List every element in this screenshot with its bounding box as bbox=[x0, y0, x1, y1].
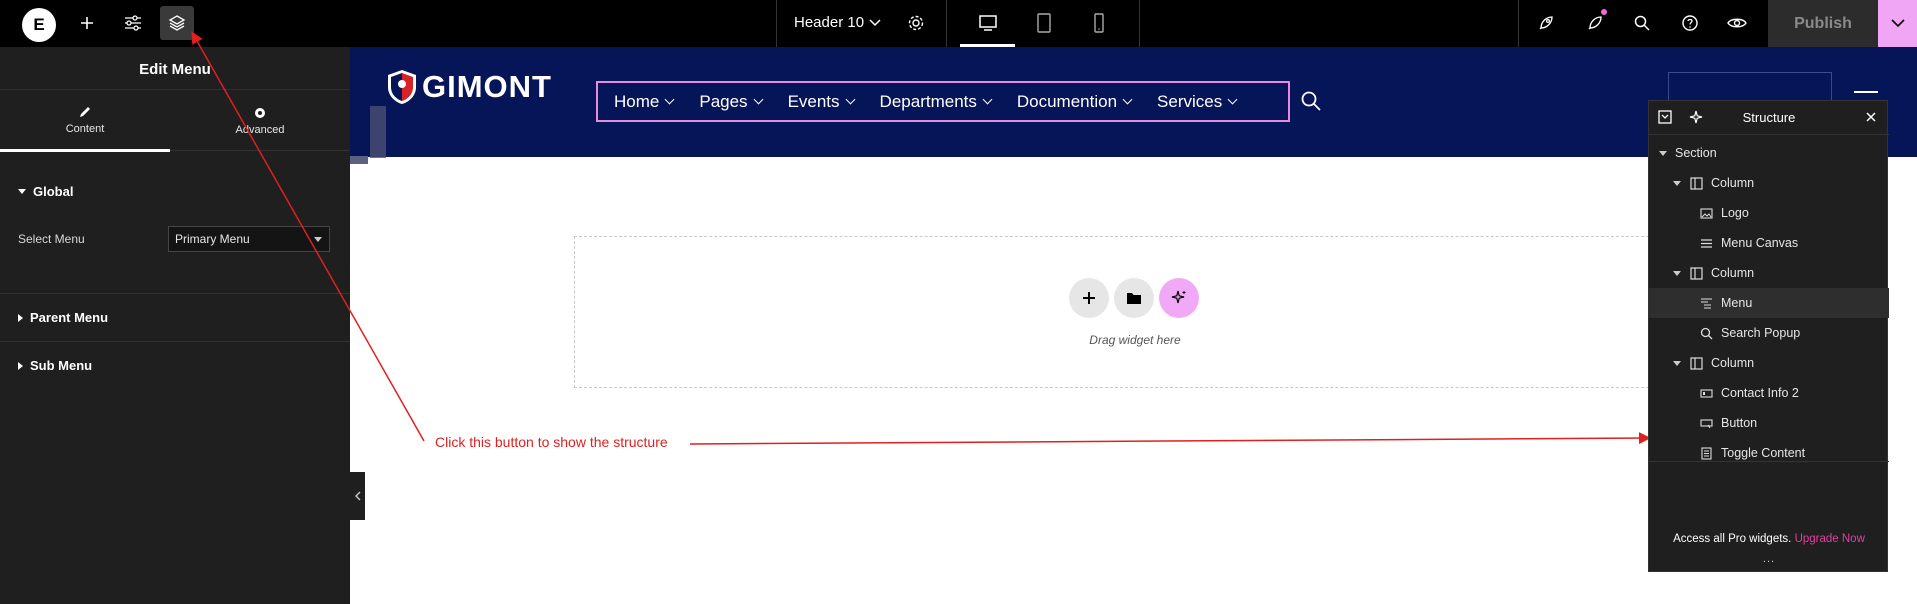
structure-item-label: Button bbox=[1721, 416, 1758, 430]
structure-item-contact-info-2[interactable]: Contact Info 2 bbox=[1649, 378, 1889, 408]
caret-down-icon bbox=[1673, 180, 1681, 186]
more-options-icon[interactable]: ... bbox=[1649, 554, 1889, 565]
structure-item-label: Logo bbox=[1721, 206, 1749, 220]
column-icon bbox=[1689, 356, 1703, 370]
structure-item-toggle-content[interactable]: Toggle Content bbox=[1649, 438, 1889, 468]
lines-icon bbox=[1699, 236, 1713, 250]
structure-item-column[interactable]: Column bbox=[1649, 168, 1889, 198]
caret-down-icon bbox=[1673, 360, 1681, 366]
upgrade-promo: Access all Pro widgets. Upgrade Now bbox=[1649, 533, 1889, 545]
close-icon[interactable] bbox=[1863, 109, 1881, 127]
contact-icon bbox=[1699, 386, 1713, 400]
caret-down-icon bbox=[1659, 150, 1667, 156]
structure-item-menu[interactable]: Menu bbox=[1649, 288, 1889, 318]
structure-item-label: Column bbox=[1711, 266, 1755, 280]
structure-item-section[interactable]: Section bbox=[1649, 138, 1889, 168]
annotation-text: Click this button to show the structure bbox=[435, 434, 668, 450]
annotation-arrow-to-layers bbox=[191, 31, 425, 442]
structure-panel: Structure Section Column Logo Menu Canva… bbox=[1648, 100, 1889, 572]
button-icon bbox=[1699, 416, 1713, 430]
structure-item-label: Menu bbox=[1721, 296, 1753, 310]
structure-header: Structure bbox=[1649, 101, 1889, 135]
image-icon bbox=[1699, 206, 1713, 220]
menu-icon bbox=[1699, 296, 1713, 310]
annotation-arrows bbox=[191, 31, 1651, 445]
structure-item-label: Column bbox=[1711, 176, 1755, 190]
structure-title: Structure bbox=[1742, 110, 1796, 125]
structure-item-menu-canvas[interactable]: Menu Canvas bbox=[1649, 228, 1889, 258]
structure-item-button[interactable]: Button bbox=[1649, 408, 1889, 438]
divider bbox=[1649, 461, 1889, 462]
search-icon bbox=[1699, 326, 1713, 340]
column-icon bbox=[1689, 266, 1703, 280]
doc-icon bbox=[1699, 446, 1713, 460]
structure-item-label: Contact Info 2 bbox=[1721, 386, 1799, 400]
structure-item-label: Column bbox=[1711, 356, 1755, 370]
column-icon bbox=[1689, 176, 1703, 190]
structure-item-label: Toggle Content bbox=[1721, 446, 1806, 460]
structure-item-search-popup[interactable]: Search Popup bbox=[1649, 318, 1889, 348]
structure-item-label: Search Popup bbox=[1721, 326, 1801, 340]
structure-item-column[interactable]: Column bbox=[1649, 348, 1889, 378]
upgrade-now-link[interactable]: Upgrade Now bbox=[1795, 533, 1865, 545]
promo-text: Access all Pro widgets. bbox=[1673, 533, 1792, 545]
structure-item-label: Section bbox=[1675, 146, 1717, 160]
annotation-arrow-to-structure bbox=[689, 432, 1651, 445]
caret-down-icon bbox=[1673, 270, 1681, 276]
structure-item-label: Menu Canvas bbox=[1721, 236, 1799, 250]
structure-item-logo[interactable]: Logo bbox=[1649, 198, 1889, 228]
structure-item-column[interactable]: Column bbox=[1649, 258, 1889, 288]
